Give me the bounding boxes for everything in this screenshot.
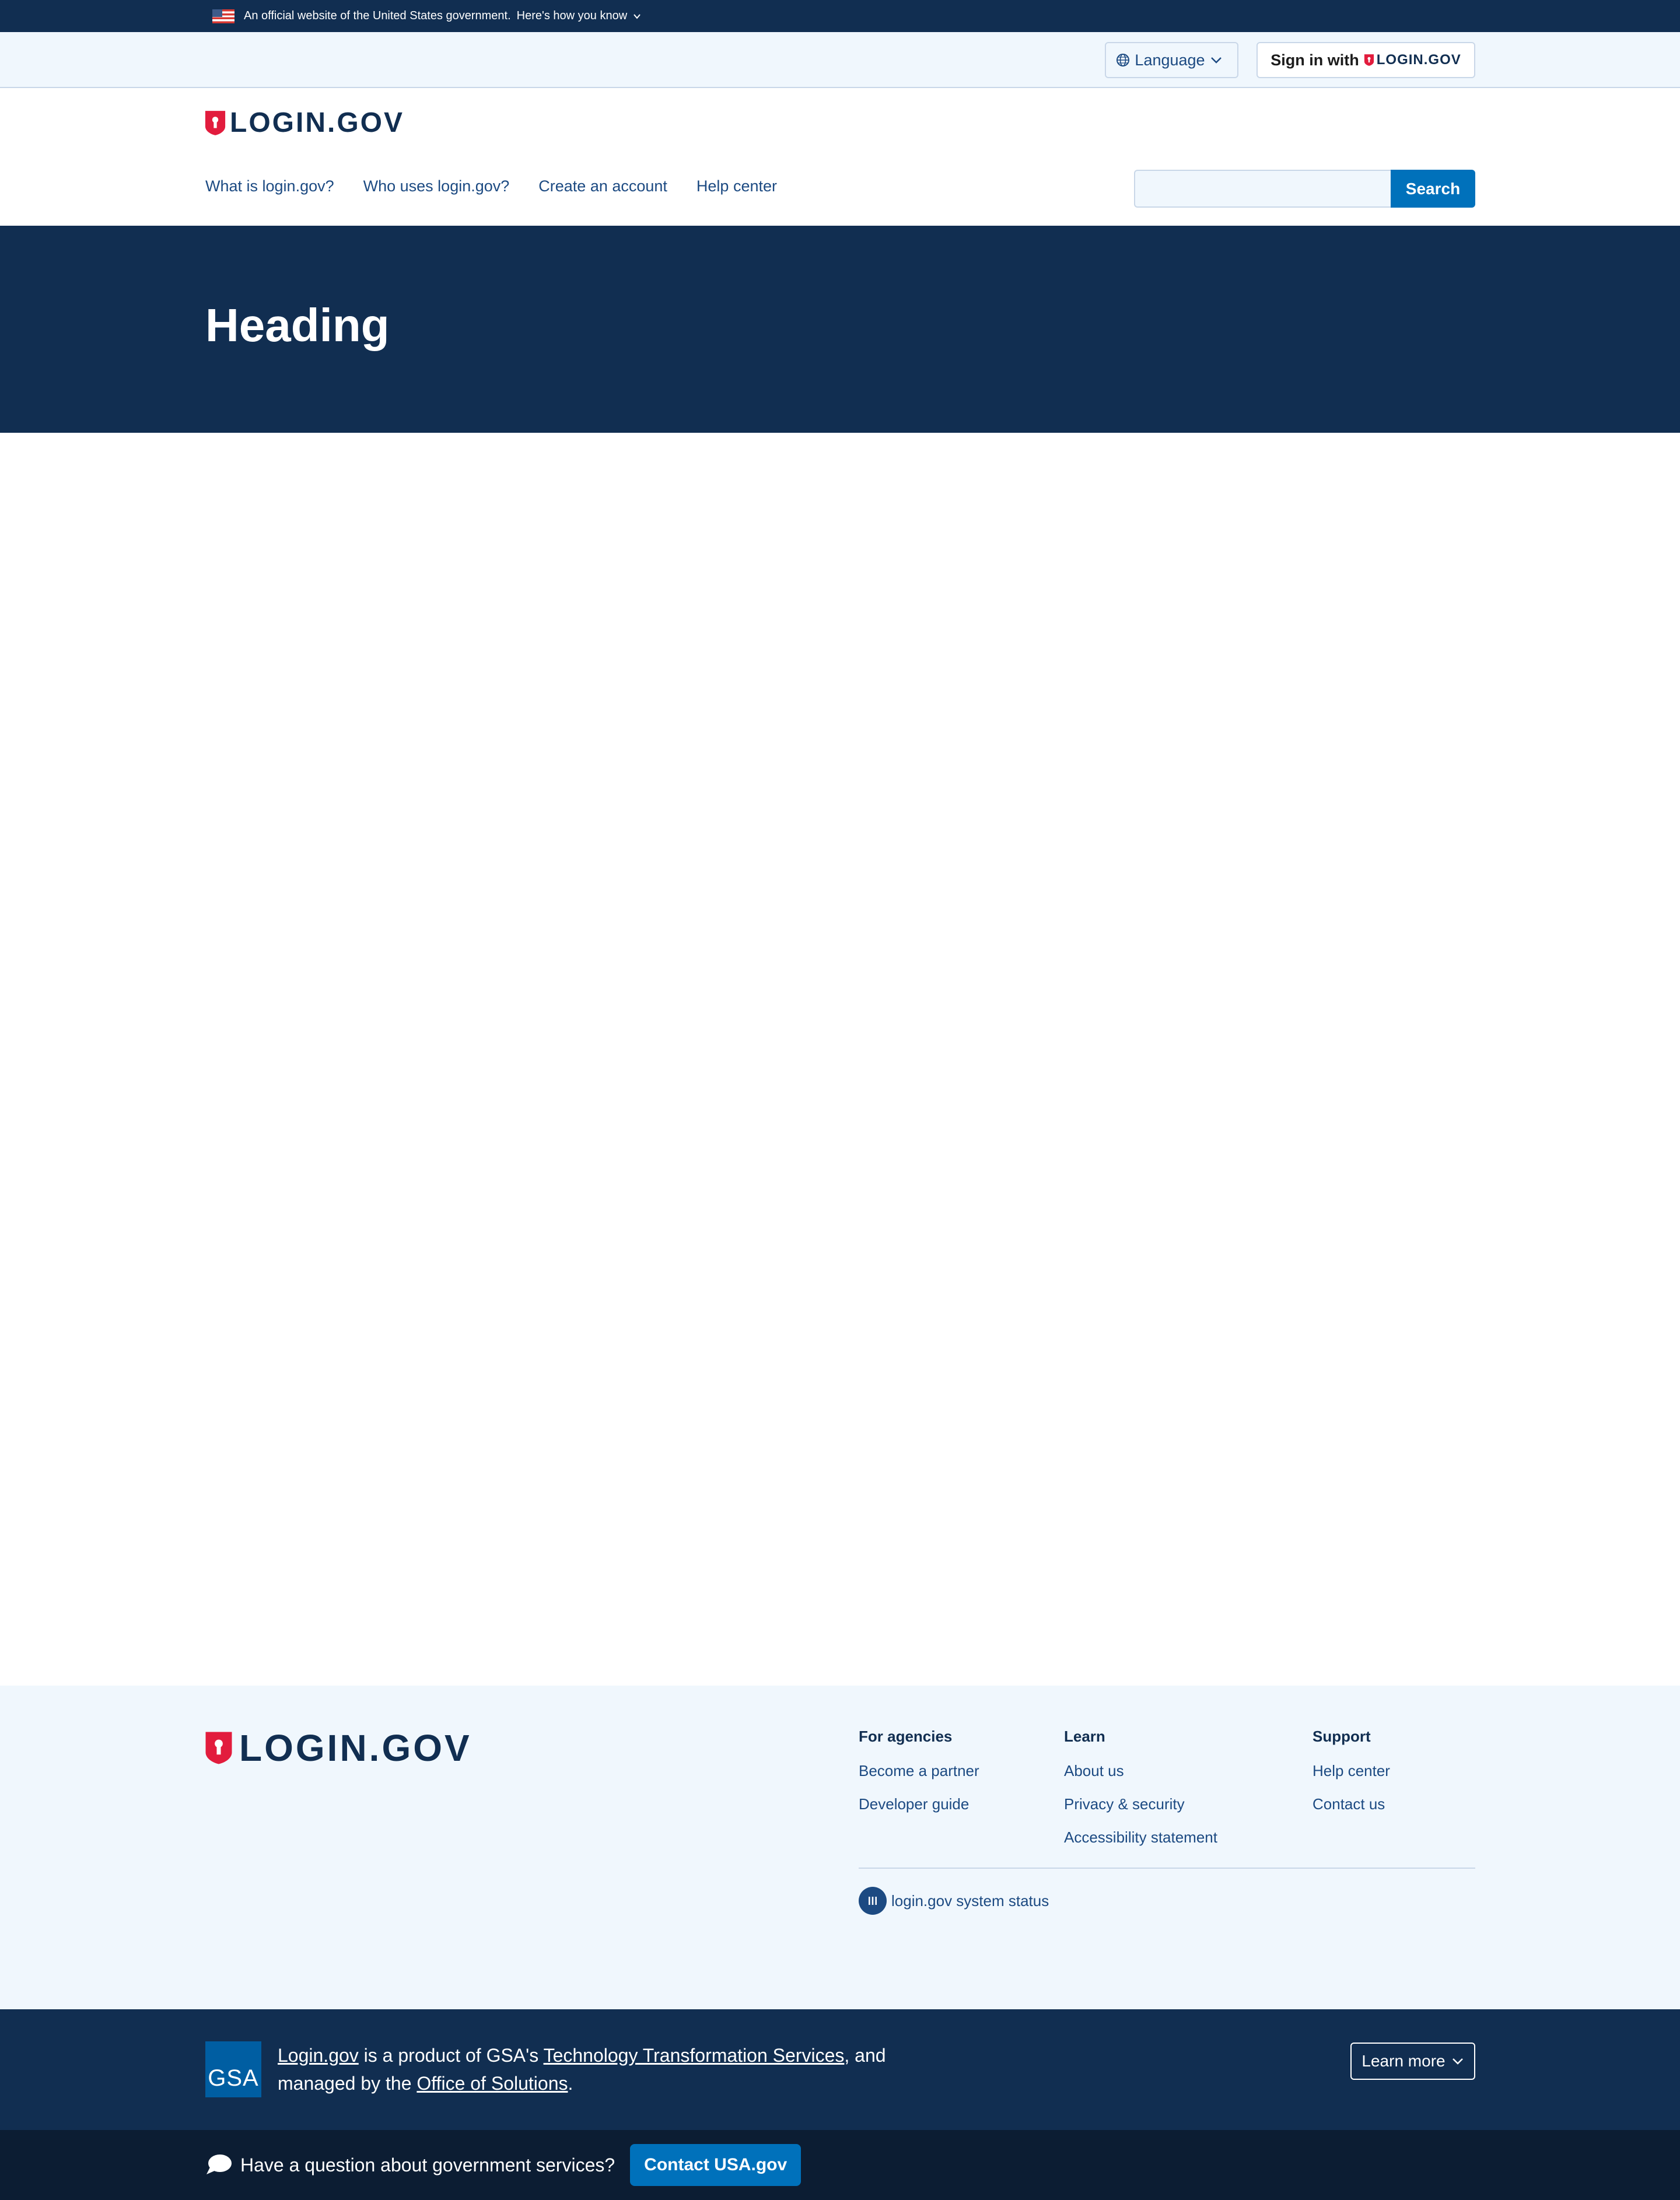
footer-link-become-partner[interactable]: Become a partner	[859, 1762, 979, 1780]
hero-section: Heading	[0, 226, 1680, 433]
search-input[interactable]	[1134, 170, 1391, 208]
sign-in-with-logingov-button[interactable]: Sign in with LOGIN.GOV	[1256, 42, 1475, 78]
footer-heading: Learn	[1064, 1728, 1105, 1745]
contact-usagov-button[interactable]: Contact USA.gov	[630, 2144, 802, 2186]
footer-divider	[859, 1868, 1475, 1869]
heres-how-you-know-button[interactable]: Here's how you know	[517, 9, 641, 23]
system-status-label: login.gov system status	[891, 1891, 1049, 1910]
gsa-description: Login.gov is a product of GSA's Technolo…	[278, 2041, 949, 2097]
usa-question-text: Have a question about government service…	[240, 2154, 615, 2176]
nav-help-center[interactable]: Help center	[696, 177, 777, 195]
logo-text: LOGIN.GOV	[230, 107, 405, 138]
sign-in-brand: LOGIN.GOV	[1376, 52, 1461, 68]
usa-gov-bar: Have a question about government service…	[0, 2130, 1680, 2200]
logingov-link[interactable]: Login.gov	[278, 2045, 359, 2066]
search-button[interactable]: Search	[1391, 170, 1475, 208]
gsa-text-part: .	[568, 2073, 573, 2094]
footer-link-accessibility[interactable]: Accessibility statement	[1064, 1828, 1217, 1847]
learn-more-button[interactable]: Learn more	[1350, 2043, 1475, 2080]
gov-banner: An official website of the United States…	[0, 0, 1680, 32]
nav-create-account[interactable]: Create an account	[538, 177, 667, 195]
tts-link[interactable]: Technology Transformation Services	[544, 2045, 845, 2066]
system-status-link[interactable]: login.gov system status	[859, 1887, 1049, 1915]
footer-column-learn: Learn About us Privacy & security Access…	[1064, 1728, 1217, 1862]
footer-heading: Support	[1312, 1728, 1371, 1745]
chevron-down-icon	[1452, 2058, 1463, 2065]
header-logo-link[interactable]: LOGIN.GOV	[204, 107, 404, 139]
learn-more-label: Learn more	[1362, 2052, 1446, 2070]
footer-link-developer-guide[interactable]: Developer guide	[859, 1795, 979, 1813]
footer-link-contact-us[interactable]: Contact us	[1312, 1795, 1390, 1813]
gsa-logo: GSA	[205, 2041, 261, 2097]
status-icon	[859, 1887, 887, 1915]
footer-column-agencies: For agencies Become a partner Developer …	[859, 1728, 979, 1828]
utility-bar: Language Sign in with LOGIN.GOV	[0, 32, 1680, 88]
chevron-down-icon	[634, 13, 640, 19]
shield-icon	[205, 110, 226, 135]
footer-link-help-center[interactable]: Help center	[1312, 1762, 1390, 1780]
gsa-band: GSA Login.gov is a product of GSA's Tech…	[0, 2009, 1680, 2130]
gov-banner-text: An official website of the United States…	[244, 9, 511, 22]
shield-icon	[205, 1732, 232, 1764]
language-label: Language	[1135, 51, 1205, 69]
footer-main: LOGIN.GOV For agencies Become a partner …	[0, 1686, 1680, 2009]
search-form: Search	[1134, 170, 1475, 208]
page-heading: Heading	[205, 299, 390, 351]
globe-icon	[1116, 54, 1130, 66]
nav-who-uses-logingov[interactable]: Who uses login.gov?	[363, 177, 510, 195]
chat-bubble-icon	[206, 2155, 232, 2174]
gsa-text-part: is a product of GSA's	[358, 2045, 544, 2066]
us-flag-icon	[212, 9, 235, 23]
footer-logo-link[interactable]: LOGIN.GOV	[204, 1726, 472, 1770]
heres-how-you-know-label: Here's how you know	[516, 9, 628, 22]
nav-what-is-logingov[interactable]: What is login.gov?	[205, 177, 334, 195]
footer-logo-text: LOGIN.GOV	[239, 1727, 472, 1769]
sign-in-label: Sign in with	[1270, 51, 1359, 69]
main-nav: What is login.gov? Who uses login.gov? C…	[205, 177, 806, 195]
language-button[interactable]: Language	[1105, 42, 1238, 78]
footer-heading: For agencies	[859, 1728, 953, 1745]
footer-link-privacy-security[interactable]: Privacy & security	[1064, 1795, 1217, 1813]
footer-column-support: Support Help center Contact us	[1312, 1728, 1390, 1828]
gsa-logo-text: GSA	[208, 2065, 259, 2091]
chevron-down-icon	[1210, 57, 1222, 64]
footer-link-about-us[interactable]: About us	[1064, 1762, 1217, 1780]
shield-icon	[1364, 54, 1374, 66]
office-of-solutions-link[interactable]: Office of Solutions	[416, 2073, 568, 2094]
